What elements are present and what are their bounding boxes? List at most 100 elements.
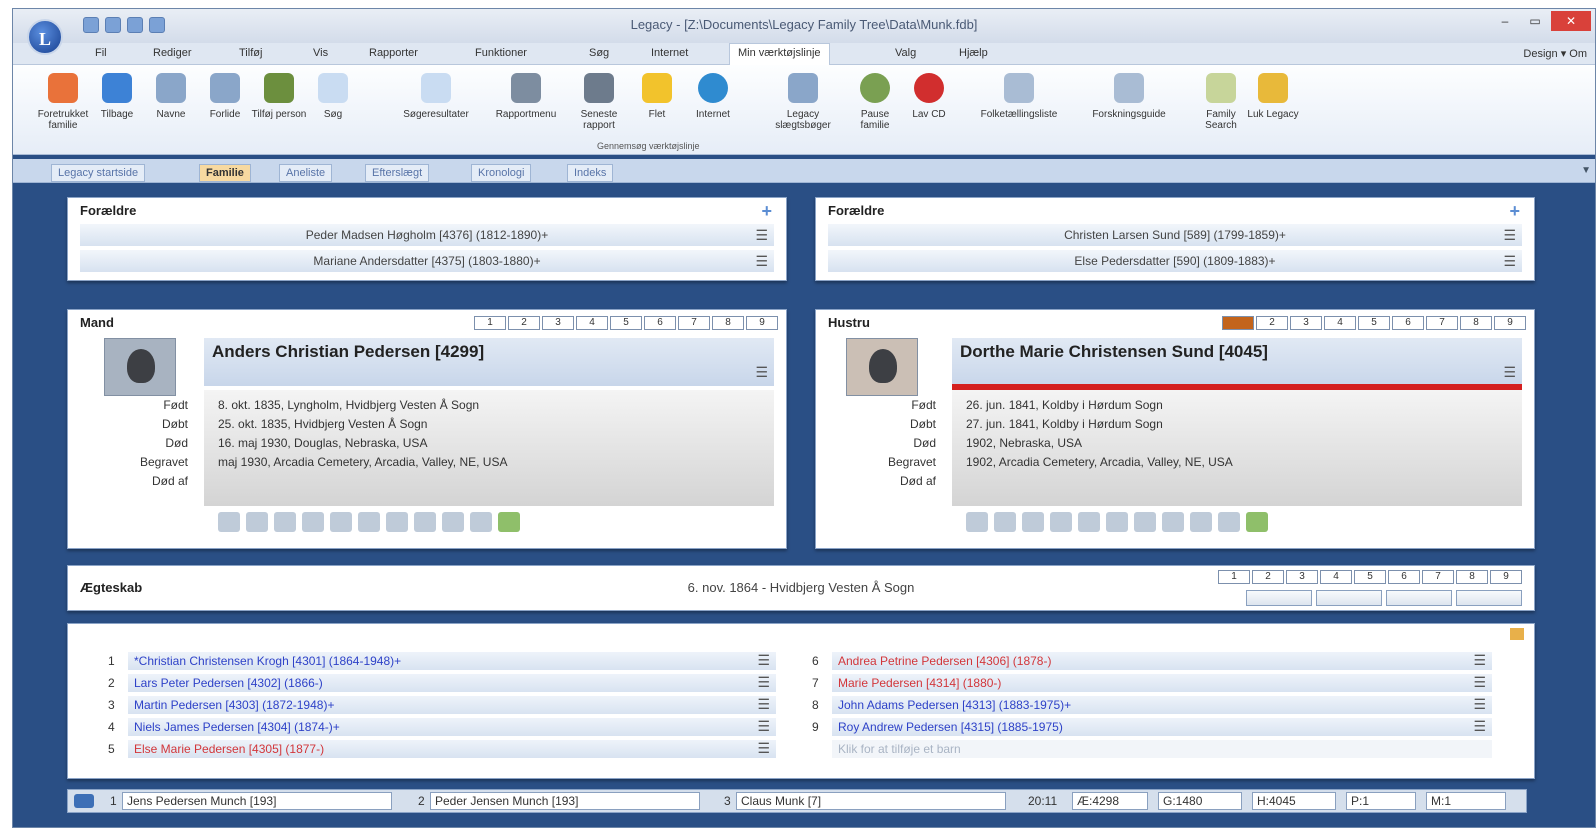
parents-nav[interactable]: P:1 xyxy=(1346,792,1416,810)
spouse-number[interactable]: 7 xyxy=(678,316,710,330)
generation-counter[interactable]: G:1480 xyxy=(1158,792,1242,810)
child-row[interactable]: 8 John Adams Pedersen [4313] (1883-1975)+… xyxy=(812,696,1492,714)
edit-icon[interactable] xyxy=(470,512,492,532)
menu-icon[interactable]: ☰ xyxy=(755,364,768,381)
pedigree-icon[interactable] xyxy=(246,512,268,532)
husband-name-box[interactable]: Anders Christian Pedersen [4299] ☰ xyxy=(204,338,774,386)
marriage-books-icon[interactable] xyxy=(1246,590,1312,606)
rin-counter[interactable]: Æ:4298 xyxy=(1072,792,1148,810)
husband-rin[interactable]: H:4045 xyxy=(1252,792,1336,810)
ribbon-seneste-rapport[interactable]: Seneste rapport xyxy=(569,73,629,131)
books-icon[interactable] xyxy=(386,512,408,532)
ribbon-pause-familie[interactable]: Pause familie xyxy=(845,73,905,131)
child-row[interactable]: 5 Else Marie Pedersen [4305] (1877-) ☰ xyxy=(108,740,776,758)
marriage-number[interactable]: 9 xyxy=(1490,570,1522,584)
notes-icon[interactable] xyxy=(1050,512,1072,532)
spouse-number[interactable]: 3 xyxy=(1290,316,1322,330)
marriage-number[interactable]: 1 xyxy=(1218,570,1250,584)
ribbon-internet[interactable]: Internet xyxy=(683,73,743,120)
menu-icon[interactable]: ☰ xyxy=(757,674,770,691)
bookmark-2[interactable]: Peder Jensen Munch [193] xyxy=(430,792,700,810)
menu-icon[interactable]: ☰ xyxy=(757,696,770,713)
address-icon[interactable] xyxy=(1022,512,1044,532)
spouse-number[interactable]: 8 xyxy=(1460,316,1492,330)
menu-icon[interactable]: ☰ xyxy=(1503,250,1516,272)
child-row[interactable]: 4 Niels James Pedersen [4304] (1874-)+ ☰ xyxy=(108,718,776,736)
pedigree-icon[interactable] xyxy=(994,512,1016,532)
tab-aneliste[interactable]: Aneliste xyxy=(279,164,333,182)
ribbon-luk-legacy[interactable]: Luk Legacy xyxy=(1243,73,1303,120)
bookmark-3[interactable]: Claus Munk [7] xyxy=(736,792,1006,810)
sources-icon[interactable] xyxy=(358,512,380,532)
edit-icon[interactable] xyxy=(1218,512,1240,532)
menu-fil[interactable]: Fil xyxy=(95,47,107,59)
address-icon[interactable] xyxy=(274,512,296,532)
marriage-picture-icon[interactable] xyxy=(1456,590,1522,606)
person-icon[interactable] xyxy=(498,512,520,532)
ribbon-folketaellingsliste[interactable]: Folketællingsliste xyxy=(969,73,1069,120)
menu-icon[interactable]: ☰ xyxy=(757,740,770,757)
menu-icon[interactable]: ☰ xyxy=(1473,696,1486,713)
menu-rediger[interactable]: Rediger xyxy=(153,47,192,59)
tab-kronologi[interactable]: Kronologi xyxy=(471,164,532,182)
ribbon-legacy-slaegtsboeger[interactable]: Legacy slægtsbøger xyxy=(761,73,845,131)
father-row[interactable]: Christen Larsen Sund [589] (1799-1859)+ ☰ xyxy=(828,224,1522,246)
ribbon-soeg[interactable]: Søg xyxy=(303,73,363,120)
child-row[interactable]: 6 Andrea Petrine Pedersen [4306] (1878-) ☰ xyxy=(812,652,1492,670)
menu-icon[interactable]: ☰ xyxy=(1503,224,1516,246)
notes-icon[interactable] xyxy=(302,512,324,532)
ribbon-soegeresultater[interactable]: Søgeresultater xyxy=(391,73,481,120)
child-row[interactable]: 9 Roy Andrew Pedersen [4315] (1885-1975) ☰ xyxy=(812,718,1492,736)
marriage-number[interactable]: 5 xyxy=(1354,570,1386,584)
marriage-number[interactable]: 7 xyxy=(1422,570,1454,584)
menu-icon[interactable]: ☰ xyxy=(1473,652,1486,669)
spouse-number[interactable]: 2 xyxy=(508,316,540,330)
menu-funktioner[interactable]: Funktioner xyxy=(475,47,527,59)
spouse-number[interactable]: 9 xyxy=(1494,316,1526,330)
chevron-down-icon[interactable]: ▼ xyxy=(1581,165,1591,176)
wife-avatar[interactable] xyxy=(846,338,918,396)
sources-icon[interactable] xyxy=(1106,512,1128,532)
spouse-number[interactable]: 8 xyxy=(712,316,744,330)
menu-hjaelp[interactable]: Hjælp xyxy=(959,47,988,59)
child-row[interactable]: 3 Martin Pedersen [4303] (1872-1948)+ ☰ xyxy=(108,696,776,714)
menu-valg[interactable]: Valg xyxy=(895,47,916,59)
spouse-number[interactable]: 3 xyxy=(542,316,574,330)
wife-name-box[interactable]: Dorthe Marie Christensen Sund [4045] ☰ xyxy=(952,338,1522,386)
research-icon[interactable] xyxy=(1190,512,1212,532)
ribbon-flet[interactable]: Flet xyxy=(627,73,687,120)
ribbon-family-search[interactable]: Family Search xyxy=(1191,73,1251,131)
add-child-row[interactable]: Klik for at tilføje et barn xyxy=(812,740,1492,758)
tab-legacy-startside[interactable]: Legacy startside xyxy=(51,164,146,182)
picture-icon[interactable] xyxy=(1078,512,1100,532)
menu-icon[interactable]: ☰ xyxy=(755,224,768,246)
marriage-number[interactable]: 3 xyxy=(1286,570,1318,584)
menu-vis[interactable]: Vis xyxy=(313,47,328,59)
spouse-number[interactable]: 4 xyxy=(1324,316,1356,330)
ribbon-rapportmenu[interactable]: Rapportmenu xyxy=(489,73,563,120)
menu-design[interactable]: Design ▾ Om xyxy=(1523,47,1587,60)
tag-icon[interactable] xyxy=(414,512,436,532)
bookmark-1[interactable]: Jens Pedersen Munch [193] xyxy=(122,792,392,810)
ribbon-foretrukket-familie[interactable]: Foretrukket familie xyxy=(33,73,93,131)
mother-row[interactable]: Else Pedersdatter [590] (1809-1883)+ ☰ xyxy=(828,250,1522,272)
spouse-number[interactable]: 1 xyxy=(1222,316,1254,330)
research-icon[interactable] xyxy=(442,512,464,532)
menu-min-vaerktoejslinje[interactable]: Min værktøjslinje xyxy=(729,43,830,65)
person-icon[interactable] xyxy=(1246,512,1268,532)
spouse-number[interactable]: 6 xyxy=(1392,316,1424,330)
child-row[interactable]: 1 *Christian Christensen Krogh [4301] (18… xyxy=(108,652,776,670)
mother-row[interactable]: Mariane Andersdatter [4375] (1803-1880)+… xyxy=(80,250,774,272)
add-parents-icon[interactable]: + xyxy=(1509,201,1520,222)
picture-icon[interactable] xyxy=(330,512,352,532)
tag-icon[interactable] xyxy=(1162,512,1184,532)
tab-indeks[interactable]: Indeks xyxy=(567,164,614,182)
ribbon-forlide[interactable]: Forlide xyxy=(195,73,255,120)
spouse-number[interactable]: 5 xyxy=(610,316,642,330)
ribbon-tilfoej-person[interactable]: Tilføj person xyxy=(249,73,309,120)
tab-efterslaegt[interactable]: Efterslægt xyxy=(365,164,430,182)
menu-icon[interactable]: ☰ xyxy=(757,718,770,735)
tab-familie[interactable]: Familie xyxy=(199,164,251,182)
child-row[interactable]: 7 Marie Pedersen [4314] (1880-) ☰ xyxy=(812,674,1492,692)
spouse-number[interactable]: 5 xyxy=(1358,316,1390,330)
